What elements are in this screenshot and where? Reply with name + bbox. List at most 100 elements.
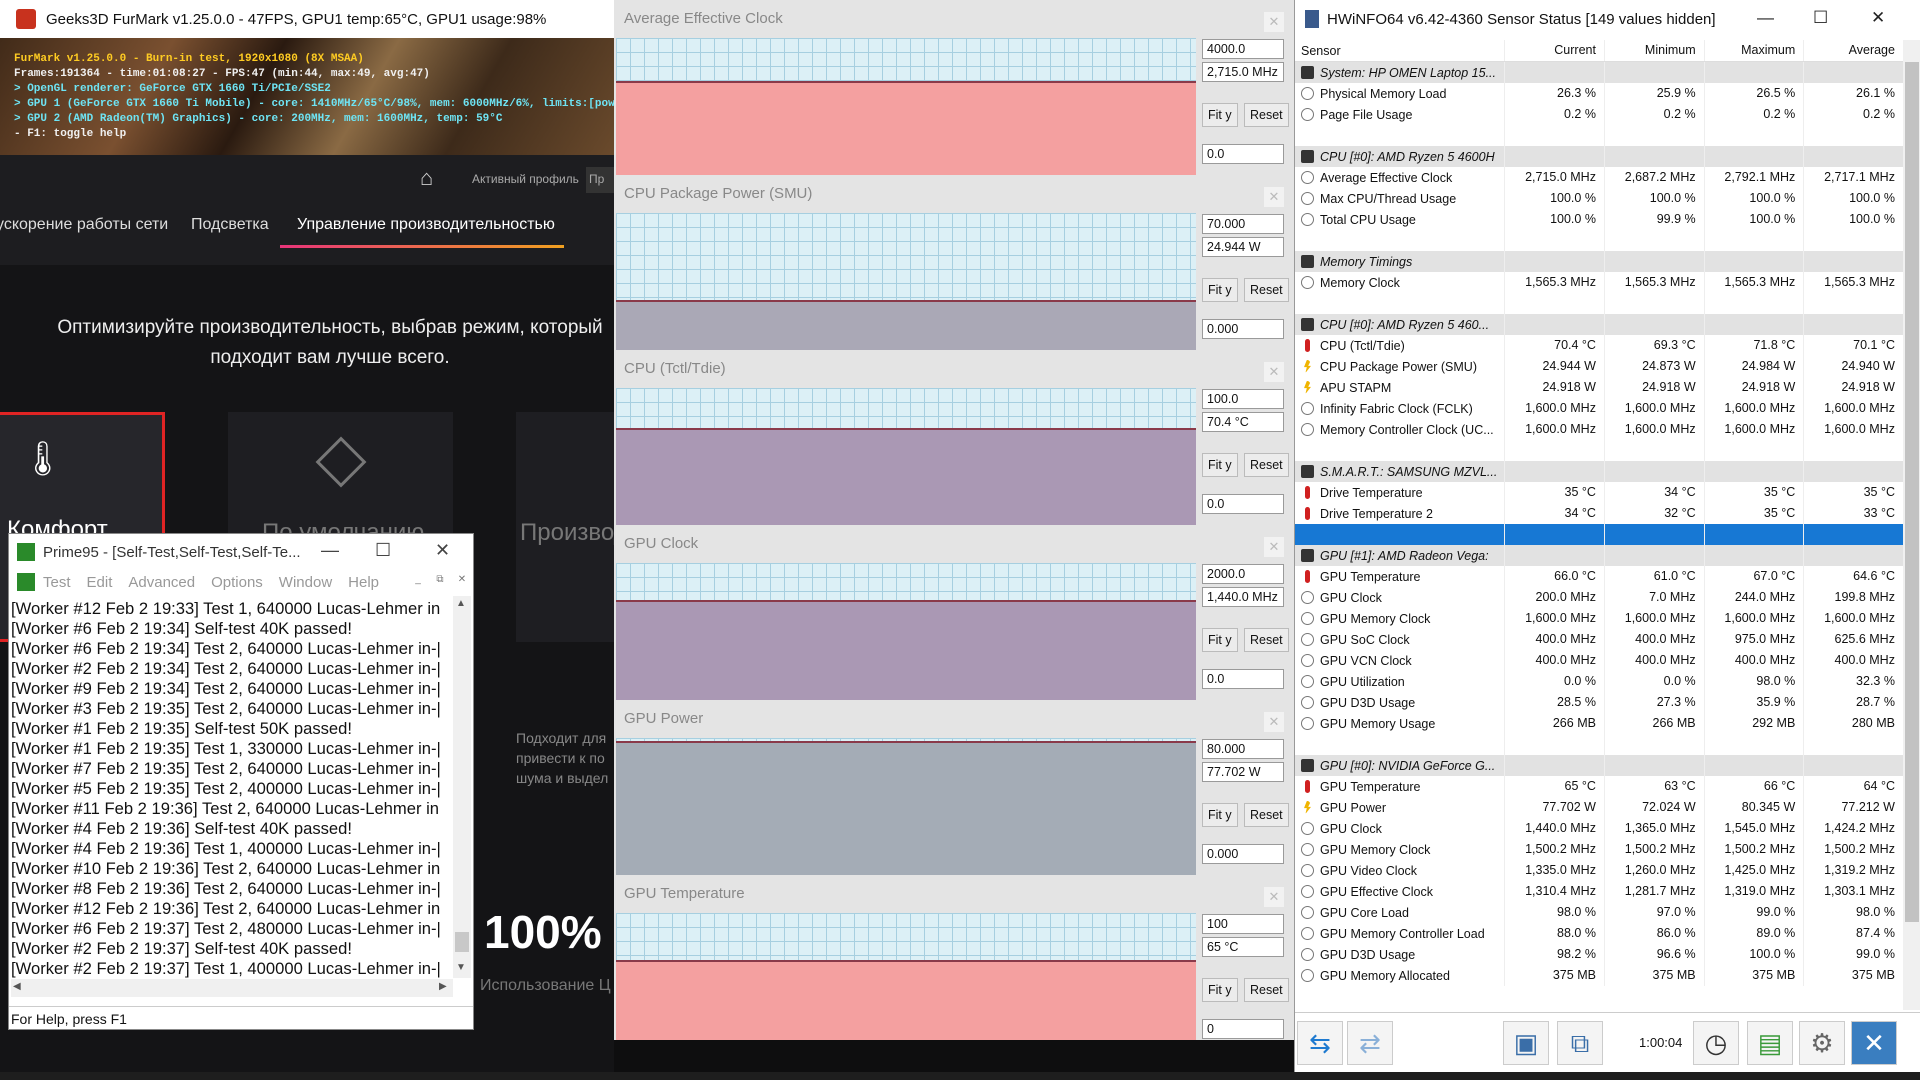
- sensor-row[interactable]: GPU Power 77.702 W 72.024 W 80.345 W 77.212 …: [1295, 797, 1903, 818]
- maximize-icon[interactable]: ☐: [1813, 8, 1828, 28]
- fit-y-button[interactable]: Fit y: [1202, 453, 1238, 477]
- sensor-group-row[interactable]: S.M.A.R.T.: SAMSUNG MZVL...: [1295, 461, 1903, 482]
- sensor-row[interactable]: Memory Controller Clock (UC... 1,600.0 MH…: [1295, 419, 1903, 440]
- reset-button[interactable]: Reset: [1244, 803, 1289, 827]
- sensor-row[interactable]: GPU Effective Clock 1,310.4 MHz 1,281.7 MH…: [1295, 881, 1903, 902]
- network-icon[interactable]: ⧉: [1557, 1021, 1603, 1065]
- col-average[interactable]: Average: [1803, 40, 1903, 61]
- menu-edit[interactable]: Edit: [87, 574, 113, 591]
- sensor-row[interactable]: GPU D3D Usage 28.5 % 27.3 % 35.9 % 28.7 %: [1295, 692, 1903, 713]
- sensor-row[interactable]: GPU Memory Clock 1,500.2 MHz 1,500.2 MHz 1,…: [1295, 839, 1903, 860]
- blank-row[interactable]: [1295, 440, 1903, 461]
- scroll-right-icon[interactable]: ▶: [439, 981, 447, 992]
- blank-row[interactable]: [1295, 230, 1903, 251]
- maximize-icon[interactable]: ☐: [375, 540, 391, 561]
- blank-row[interactable]: [1295, 524, 1903, 545]
- prime95-window[interactable]: Prime95 - [Self-Test,Self-Test,Self-Te..…: [8, 533, 474, 1030]
- sensor-group-row[interactable]: GPU [#1]: AMD Radeon Vega:: [1295, 545, 1903, 566]
- sensor-row[interactable]: APU STAPM 24.918 W 24.918 W 24.918 W 24.918 …: [1295, 377, 1903, 398]
- graph-max-field[interactable]: 4000.0: [1202, 39, 1284, 59]
- home-icon[interactable]: ⌂: [420, 165, 433, 191]
- graph-min-field[interactable]: 0.000: [1202, 319, 1284, 339]
- vertical-scrollbar[interactable]: [1903, 40, 1920, 1010]
- fit-y-button[interactable]: Fit y: [1202, 803, 1238, 827]
- sensor-group-row[interactable]: CPU [#0]: AMD Ryzen 5 460...: [1295, 314, 1903, 335]
- sensor-group-row[interactable]: System: HP OMEN Laptop 15...: [1295, 62, 1903, 83]
- graph-min-field[interactable]: 0: [1202, 1019, 1284, 1039]
- graph-max-field[interactable]: 2000.0: [1202, 564, 1284, 584]
- close-icon[interactable]: ✕: [435, 540, 450, 561]
- scroll-thumb[interactable]: [1905, 62, 1919, 922]
- graph-close-icon[interactable]: ✕: [1264, 12, 1284, 32]
- reset-button[interactable]: Reset: [1244, 978, 1289, 1002]
- sensor-group-row[interactable]: CPU [#0]: AMD Ryzen 5 4600H: [1295, 146, 1903, 167]
- graph-panel[interactable]: Average Effective Clock ✕ 4000.0 2,715.0 MH…: [614, 0, 1294, 175]
- sensor-row[interactable]: GPU Clock 200.0 MHz 7.0 MHz 244.0 MHz 199.8 …: [1295, 587, 1903, 608]
- minimize-icon[interactable]: —: [1757, 8, 1774, 28]
- sensor-row[interactable]: GPU Core Load 98.0 % 97.0 % 99.0 % 98.0 %: [1295, 902, 1903, 923]
- sensor-row[interactable]: CPU Package Power (SMU) 24.944 W 24.873 W2…: [1295, 356, 1903, 377]
- child-minimize-icon[interactable]: _: [409, 574, 427, 590]
- child-close-icon[interactable]: ✕: [453, 574, 471, 590]
- reset-button[interactable]: Reset: [1244, 453, 1289, 477]
- fit-y-button[interactable]: Fit y: [1202, 103, 1238, 127]
- graph-max-field[interactable]: 100.0: [1202, 389, 1284, 409]
- fit-y-button[interactable]: Fit y: [1202, 978, 1238, 1002]
- clock-icon[interactable]: ◷: [1693, 1021, 1739, 1065]
- sensor-table[interactable]: Sensor Current Minimum Maximum Average S…: [1295, 40, 1903, 986]
- graph-close-icon[interactable]: ✕: [1264, 187, 1284, 207]
- furmark-titlebar[interactable]: Geeks3D FurMark v1.25.0.0 - 47FPS, GPU1 …: [0, 0, 614, 38]
- menu-help[interactable]: Help: [348, 574, 379, 591]
- sensor-row[interactable]: Drive Temperature 35 °C 34 °C 35 °C 35 °C: [1295, 482, 1903, 503]
- prime95-titlebar[interactable]: Prime95 - [Self-Test,Self-Test,Self-Te..…: [9, 534, 473, 570]
- sensor-row[interactable]: GPU Temperature 65 °C 63 °C 66 °C 64 °C: [1295, 776, 1903, 797]
- graph-min-field[interactable]: 0.0: [1202, 669, 1284, 689]
- scroll-left-icon[interactable]: ◀: [13, 981, 21, 992]
- graph-max-field[interactable]: 80.000: [1202, 739, 1284, 759]
- graph-panel[interactable]: CPU Package Power (SMU) ✕ 70.000 24.944 W Fi…: [614, 175, 1294, 350]
- mode-card-performance[interactable]: Производительность: [516, 412, 614, 642]
- nav-performance-control[interactable]: Управление производительностью: [297, 216, 555, 234]
- close-icon[interactable]: ✕: [1871, 8, 1885, 28]
- arrows-collapse-icon[interactable]: ⇄: [1347, 1021, 1393, 1065]
- sensor-row[interactable]: CPU (Tctl/Tdie) 70.4 °C 69.3 °C 71.8 °C 70.1…: [1295, 335, 1903, 356]
- gear-icon[interactable]: ⚙: [1799, 1021, 1845, 1065]
- close-icon[interactable]: ✕: [1851, 1021, 1897, 1065]
- scroll-up-icon[interactable]: ▲: [456, 598, 466, 609]
- sensor-row[interactable]: GPU Memory Clock 1,600.0 MHz 1,600.0 MHz 1,…: [1295, 608, 1903, 629]
- graph-panel[interactable]: CPU (Tctl/Tdie) ✕ 100.0 70.4 °C Fit y Reset 0.…: [614, 350, 1294, 525]
- monitor-icon[interactable]: ▣: [1503, 1021, 1549, 1065]
- graph-max-field[interactable]: 100: [1202, 914, 1284, 934]
- menu-options[interactable]: Options: [211, 574, 263, 591]
- sensor-row[interactable]: Memory Clock 1,565.3 MHz 1,565.3 MHz 1,565.…: [1295, 272, 1903, 293]
- graph-panel[interactable]: GPU Temperature ✕ 100 65 °C Fit y Reset 0: [614, 875, 1294, 1040]
- col-minimum[interactable]: Minimum: [1603, 40, 1704, 61]
- reset-button[interactable]: Reset: [1244, 103, 1289, 127]
- scroll-thumb[interactable]: [455, 932, 469, 952]
- sensor-row[interactable]: GPU Utilization 0.0 % 0.0 % 98.0 % 32.3 %: [1295, 671, 1903, 692]
- graph-close-icon[interactable]: ✕: [1264, 887, 1284, 907]
- graph-min-field[interactable]: 0.000: [1202, 844, 1284, 864]
- graph-close-icon[interactable]: ✕: [1264, 537, 1284, 557]
- reset-button[interactable]: Reset: [1244, 278, 1289, 302]
- sensor-row[interactable]: GPU SoC Clock 400.0 MHz 400.0 MHz 975.0 MHz…: [1295, 629, 1903, 650]
- sensor-row[interactable]: Drive Temperature 2 34 °C 32 °C 35 °C 33 °C: [1295, 503, 1903, 524]
- menu-advanced[interactable]: Advanced: [128, 574, 195, 591]
- graph-close-icon[interactable]: ✕: [1264, 362, 1284, 382]
- sensor-row[interactable]: Total CPU Usage 100.0 % 99.9 % 100.0 % 100.0…: [1295, 209, 1903, 230]
- sensor-row[interactable]: Page File Usage 0.2 % 0.2 % 0.2 % 0.2 %: [1295, 104, 1903, 125]
- sensor-row[interactable]: Infinity Fabric Clock (FCLK) 1,600.0 MHz 1…: [1295, 398, 1903, 419]
- reset-button[interactable]: Reset: [1244, 628, 1289, 652]
- nav-network-boost[interactable]: ускорение работы сети: [0, 216, 168, 234]
- sensor-row[interactable]: GPU Clock 1,440.0 MHz 1,365.0 MHz 1,545.0 M…: [1295, 818, 1903, 839]
- graph-min-field[interactable]: 0.0: [1202, 144, 1284, 164]
- sensor-row[interactable]: Physical Memory Load 26.3 % 25.9 % 26.5 % 26…: [1295, 83, 1903, 104]
- graph-panel[interactable]: GPU Power ✕ 80.000 77.702 W Fit y Reset 0.000: [614, 700, 1294, 875]
- horizontal-scrollbar[interactable]: ◀ ▶: [11, 979, 453, 997]
- graph-max-field[interactable]: 70.000: [1202, 214, 1284, 234]
- log-file-icon[interactable]: ▤: [1747, 1021, 1793, 1065]
- sensor-row[interactable]: GPU D3D Usage 98.2 % 96.6 % 100.0 % 99.0 %: [1295, 944, 1903, 965]
- sensor-row[interactable]: GPU Memory Controller Load 88.0 % 86.0 % 89…: [1295, 923, 1903, 944]
- graph-panel[interactable]: GPU Clock ✕ 2000.0 1,440.0 MHz Fit y Reset 0.0: [614, 525, 1294, 700]
- child-restore-icon[interactable]: ⧉: [431, 574, 449, 590]
